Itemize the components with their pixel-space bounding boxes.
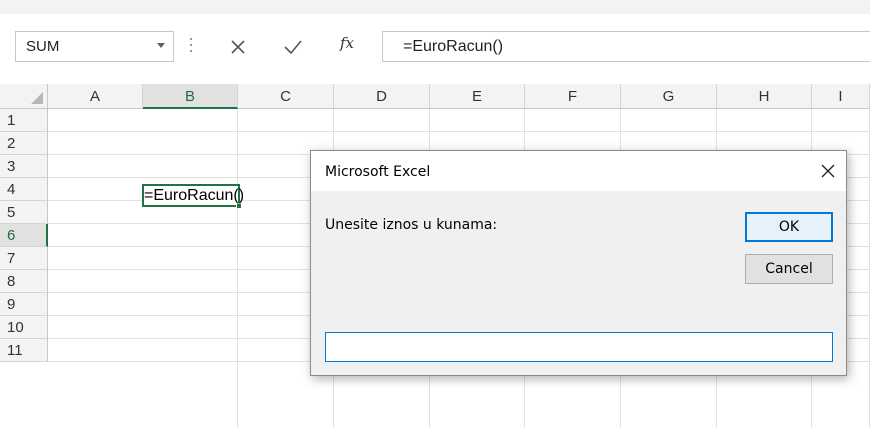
- row-header-1[interactable]: 1: [0, 109, 48, 132]
- formula-bar: SUM fx =EuroRacun(): [0, 14, 870, 76]
- checkmark-icon[interactable]: [283, 38, 303, 56]
- column-header-c[interactable]: C: [238, 84, 334, 109]
- row-gridline: [48, 131, 870, 132]
- cancel-button[interactable]: Cancel: [745, 254, 833, 284]
- formula-input[interactable]: =EuroRacun(): [382, 31, 870, 62]
- dialog-prompt: Unesite iznos u kunama:: [325, 217, 498, 233]
- formula-text: =EuroRacun(): [403, 38, 504, 55]
- formula-bar-grip[interactable]: [189, 38, 193, 56]
- name-box-value: SUM: [26, 38, 60, 55]
- column-header-b[interactable]: B: [143, 84, 238, 109]
- select-all-button[interactable]: [0, 84, 48, 109]
- row-header-8[interactable]: 8: [0, 270, 48, 293]
- active-cell-text: =EuroRacun(): [144, 187, 245, 204]
- row-header-4[interactable]: 4: [0, 178, 48, 201]
- column-header-f[interactable]: F: [525, 84, 621, 109]
- name-box[interactable]: SUM: [15, 31, 174, 62]
- dialog-title-bar[interactable]: Microsoft Excel: [311, 151, 846, 191]
- close-icon[interactable]: [818, 161, 838, 181]
- column-header-h[interactable]: H: [717, 84, 812, 109]
- row-header-9[interactable]: 9: [0, 293, 48, 316]
- select-all-triangle-icon: [31, 92, 43, 104]
- column-header-i[interactable]: I: [812, 84, 870, 109]
- ribbon-strip: [0, 0, 870, 14]
- row-header-3[interactable]: 3: [0, 155, 48, 178]
- close-icon[interactable]: [229, 38, 247, 56]
- column-header-a[interactable]: A: [48, 84, 143, 109]
- row-header-7[interactable]: 7: [0, 247, 48, 270]
- row-header-6[interactable]: 6: [0, 224, 48, 247]
- chevron-down-icon[interactable]: [157, 43, 165, 48]
- amount-input[interactable]: [325, 332, 833, 362]
- row-header-5[interactable]: 5: [0, 201, 48, 224]
- column-header-d[interactable]: D: [334, 84, 430, 109]
- column-header-e[interactable]: E: [430, 84, 525, 109]
- input-box-dialog: Microsoft Excel Unesite iznos u kunama: …: [310, 150, 847, 376]
- row-header-2[interactable]: 2: [0, 132, 48, 155]
- fx-icon[interactable]: fx: [340, 34, 354, 52]
- ok-button[interactable]: OK: [745, 212, 833, 242]
- row-header-10[interactable]: 10: [0, 316, 48, 339]
- dialog-title: Microsoft Excel: [325, 164, 431, 180]
- row-header-11[interactable]: 11: [0, 339, 48, 362]
- column-header-g[interactable]: G: [621, 84, 717, 109]
